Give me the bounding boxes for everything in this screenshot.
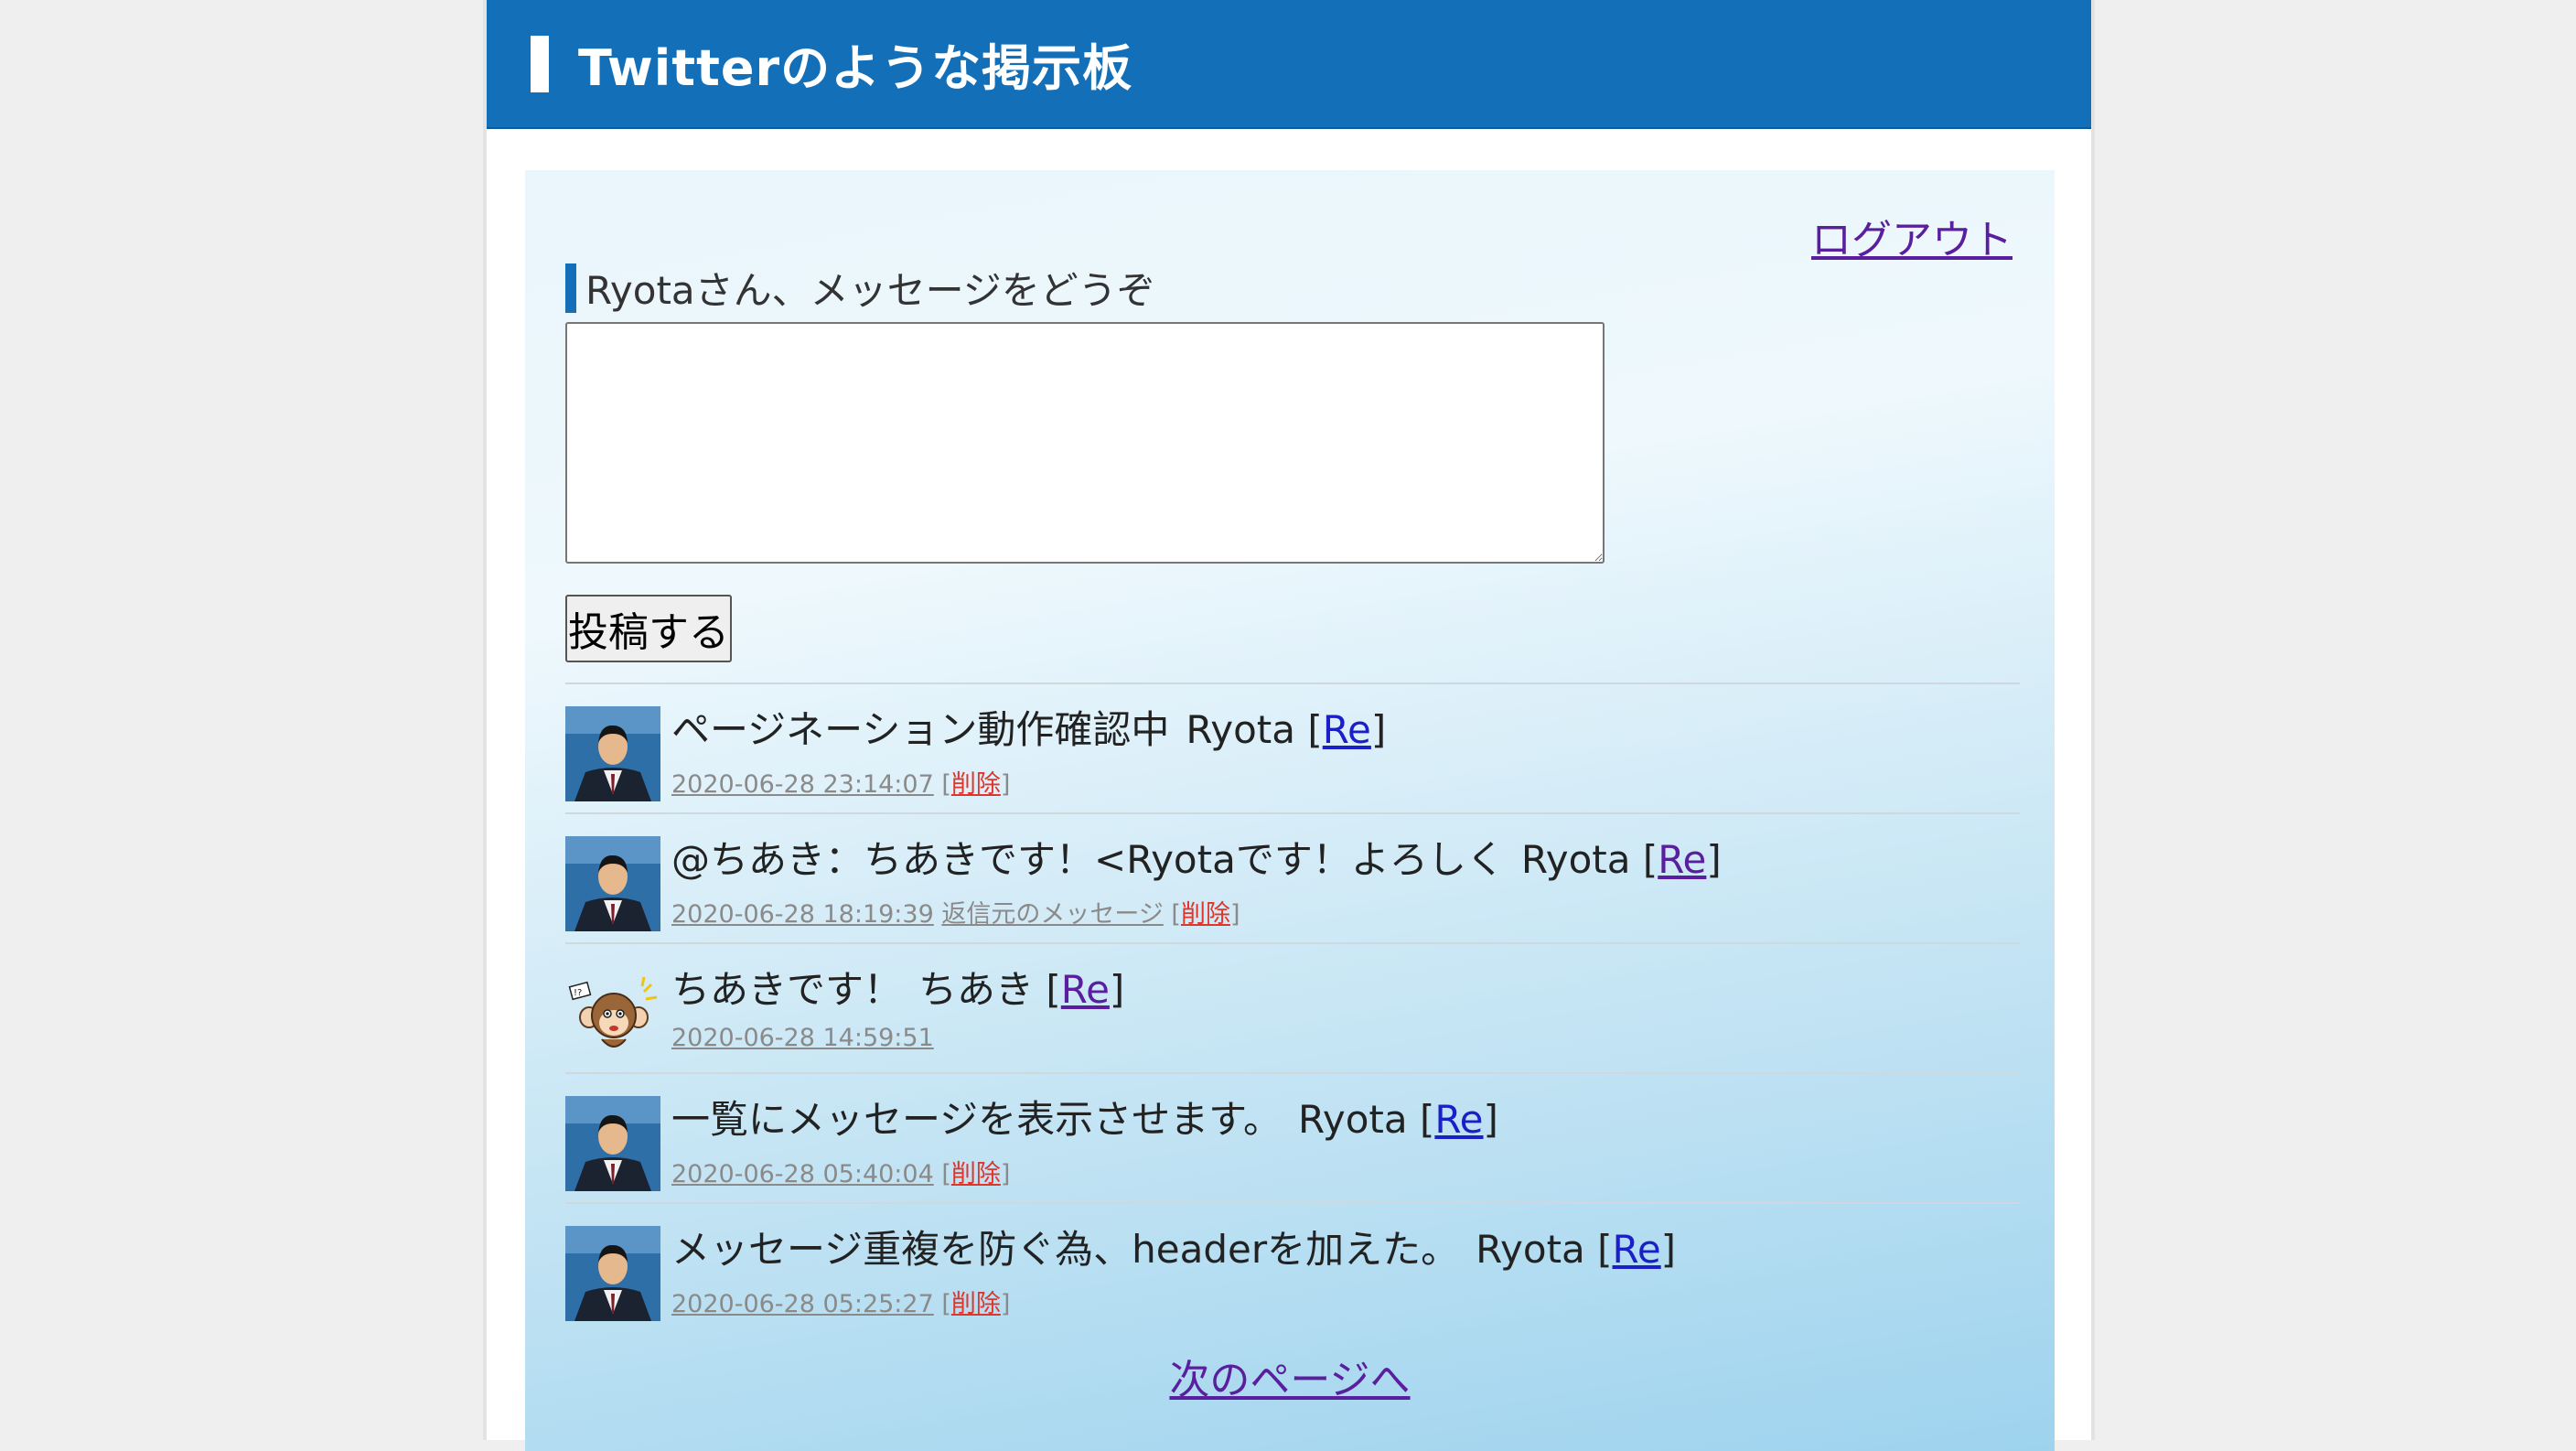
site-title: Twitterのような掲示板 (578, 39, 1133, 97)
post-body: メッセージ重複を防ぐ為、headerを加えた。 Ryota [Re] 2020-0… (671, 1227, 1677, 1318)
board-content: ログアウト Ryotaさん、メッセージをどうぞ 投稿する ページネーション動作確… (525, 170, 2055, 1451)
post-message: ちあきです！ (671, 967, 903, 1012)
message-textarea[interactable] (565, 322, 1605, 564)
person-photo-icon (565, 706, 660, 801)
reply-link[interactable]: Re (1434, 1097, 1483, 1142)
svg-text:!?: !? (574, 988, 582, 998)
reply-link[interactable]: Re (1061, 967, 1110, 1012)
post-item: ページネーション動作確認中 Ryota [Re] 2020-06-28 23:14… (565, 683, 2020, 812)
post-author: Ryota (1186, 707, 1295, 752)
page-container: Twitterのような掲示板 ログアウト Ryotaさん、メッセージをどうぞ 投… (483, 0, 2095, 1451)
post-author: Ryota (1297, 1097, 1408, 1142)
post-message: ページネーション動作確認中 (671, 707, 1170, 752)
avatar (565, 836, 660, 931)
avatar (565, 1226, 660, 1321)
delete-link[interactable]: 削除 (951, 1160, 1001, 1188)
post-datetime-link[interactable]: 2020-06-28 05:25:27 (671, 1290, 934, 1318)
avatar (565, 706, 660, 801)
post-form-label: Ryotaさん、メッセージをどうぞ (565, 260, 1155, 316)
logout-link[interactable]: ログアウト (1811, 207, 2012, 265)
post-message: @ちあき：ちあきです！<Ryotaです！よろしく (671, 837, 1505, 882)
post-author: Ryota (1476, 1227, 1585, 1272)
post-datetime-link[interactable]: 2020-06-28 05:40:04 (671, 1160, 934, 1188)
reply-source-link[interactable]: 返信元のメッセージ (941, 900, 1163, 929)
avatar (565, 1096, 660, 1191)
post-body: @ちあき：ちあきです！<Ryotaです！よろしく Ryota [Re] 2020-… (671, 837, 1722, 929)
delete-link[interactable]: 削除 (951, 1290, 1001, 1318)
person-photo-icon (565, 1226, 660, 1321)
post-item: @ちあき：ちあきです！<Ryotaです！よろしく Ryota [Re] 2020-… (565, 812, 2020, 942)
person-photo-icon (565, 836, 660, 931)
post-datetime-link[interactable]: 2020-06-28 14:59:51 (671, 1024, 934, 1052)
reply-link[interactable]: Re (1323, 707, 1371, 752)
person-photo-icon (565, 1096, 660, 1191)
avatar: !? (565, 966, 660, 1061)
header-accent-bar (531, 35, 549, 92)
post-item: メッセージ重複を防ぐ為、headerを加えた。 Ryota [Re] 2020-0… (565, 1202, 2020, 1332)
post-datetime-link[interactable]: 2020-06-28 23:14:07 (671, 770, 934, 799)
post-body: 一覧にメッセージを表示させます。 Ryota [Re] 2020-06-28 05… (671, 1097, 1498, 1188)
post-body: ページネーション動作確認中 Ryota [Re] 2020-06-28 23:14… (671, 707, 1387, 799)
submit-post-button[interactable]: 投稿する (565, 595, 732, 662)
post-item: !? ちあきです！ ちあき [Re] 2020-06-28 14:59:51 (565, 942, 2020, 1072)
delete-link[interactable]: 削除 (951, 770, 1001, 799)
monkey-illustration-icon: !? (568, 976, 658, 1048)
next-page-link[interactable]: 次のページへ (1169, 1357, 1410, 1403)
site-header: Twitterのような掲示板 (487, 0, 2091, 129)
post-form-prompt: Ryotaさん、メッセージをどうぞ (585, 268, 1155, 313)
post-author: ちあき (918, 967, 1035, 1012)
pagination: 次のページへ (525, 1347, 2055, 1405)
delete-link[interactable]: 削除 (1181, 900, 1230, 929)
post-datetime-link[interactable]: 2020-06-28 18:19:39 (671, 900, 934, 929)
post-list: ページネーション動作確認中 Ryota [Re] 2020-06-28 23:14… (565, 683, 2020, 1332)
post-message: メッセージ重複を防ぐ為、headerを加えた。 (671, 1227, 1460, 1272)
post-message: 一覧にメッセージを表示させます。 (671, 1097, 1282, 1142)
post-author: Ryota (1520, 837, 1631, 882)
label-accent-bar (565, 263, 576, 313)
reply-link[interactable]: Re (1613, 1227, 1661, 1272)
reply-link[interactable]: Re (1658, 837, 1706, 882)
post-item: 一覧にメッセージを表示させます。 Ryota [Re] 2020-06-28 05… (565, 1072, 2020, 1202)
post-body: ちあきです！ ちあき [Re] 2020-06-28 14:59:51 (671, 967, 1125, 1052)
